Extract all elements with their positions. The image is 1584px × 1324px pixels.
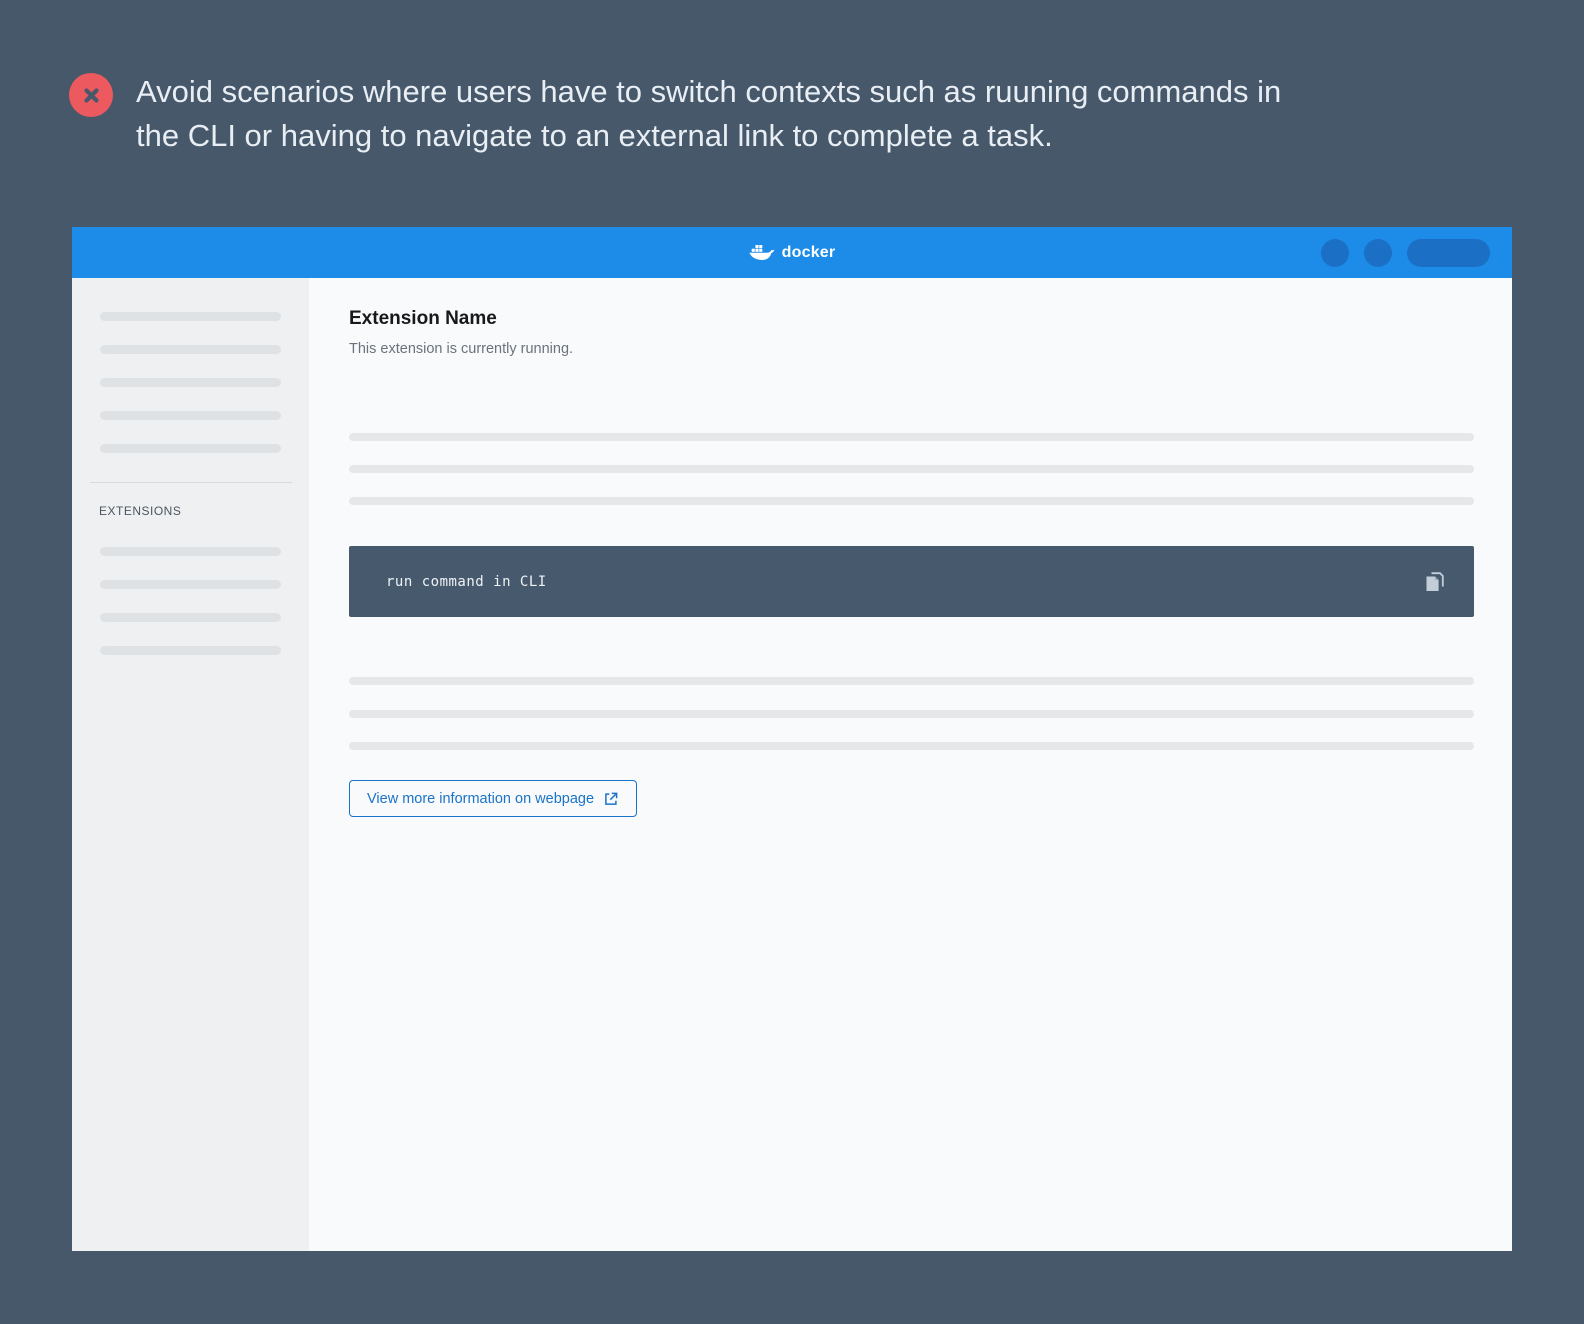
sidebar-skeleton-item [100,580,281,589]
docker-desktop-window: docker EXTENSIONS [72,227,1512,1251]
x-icon [79,83,104,108]
sidebar-skeleton-item [100,613,281,622]
header-controls [1321,239,1490,267]
annotation-line-2: the CLI or having to navigate to an exte… [136,114,1496,158]
content-skeleton-line [349,497,1474,505]
content-skeleton-line [349,433,1474,441]
window-header: docker [72,227,1512,278]
extension-title: Extension Name [349,308,497,330]
header-control-circle-2[interactable] [1364,239,1392,267]
sidebar-skeleton-item [100,411,281,420]
external-link-icon [603,791,619,807]
sidebar-skeleton-item [100,444,281,453]
sidebar-skeleton-item [100,345,281,354]
sidebar-skeleton-item [100,378,281,387]
cli-code-block: run command in CLI [349,546,1474,617]
sidebar-skeleton-item [100,646,281,655]
sidebar-section-label: EXTENSIONS [99,504,181,518]
docker-logo: docker [749,243,836,263]
content-skeleton-line [349,677,1474,685]
page-background: Avoid scenarios where users have to swit… [0,0,1584,1324]
window-body: EXTENSIONS Extension Name This extension… [72,278,1512,1251]
content-skeleton-line [349,710,1474,718]
header-control-circle-1[interactable] [1321,239,1349,267]
view-webpage-button[interactable]: View more information on webpage [349,780,637,817]
copy-command-button[interactable] [1421,569,1447,595]
content-skeleton-line [349,742,1474,750]
annotation-text: Avoid scenarios where users have to swit… [136,70,1496,158]
header-control-pill[interactable] [1407,239,1490,267]
x-circle-icon [69,73,113,117]
annotation-line-1: Avoid scenarios where users have to swit… [136,70,1496,114]
extension-detail-panel: Extension Name This extension is current… [309,278,1512,1251]
extension-status-text: This extension is currently running. [349,341,573,357]
cli-command-text: run command in CLI [386,574,547,590]
docker-whale-icon [749,243,776,263]
sidebar-skeleton-item [100,547,281,556]
sidebar-skeleton-item [100,312,281,321]
sidebar-divider [90,482,292,483]
copy-icon [1422,570,1446,594]
view-webpage-button-label: View more information on webpage [367,791,594,807]
sidebar: EXTENSIONS [72,278,309,1251]
content-skeleton-line [349,465,1474,473]
dont-annotation: Avoid scenarios where users have to swit… [69,70,1496,158]
docker-wordmark: docker [782,244,836,262]
